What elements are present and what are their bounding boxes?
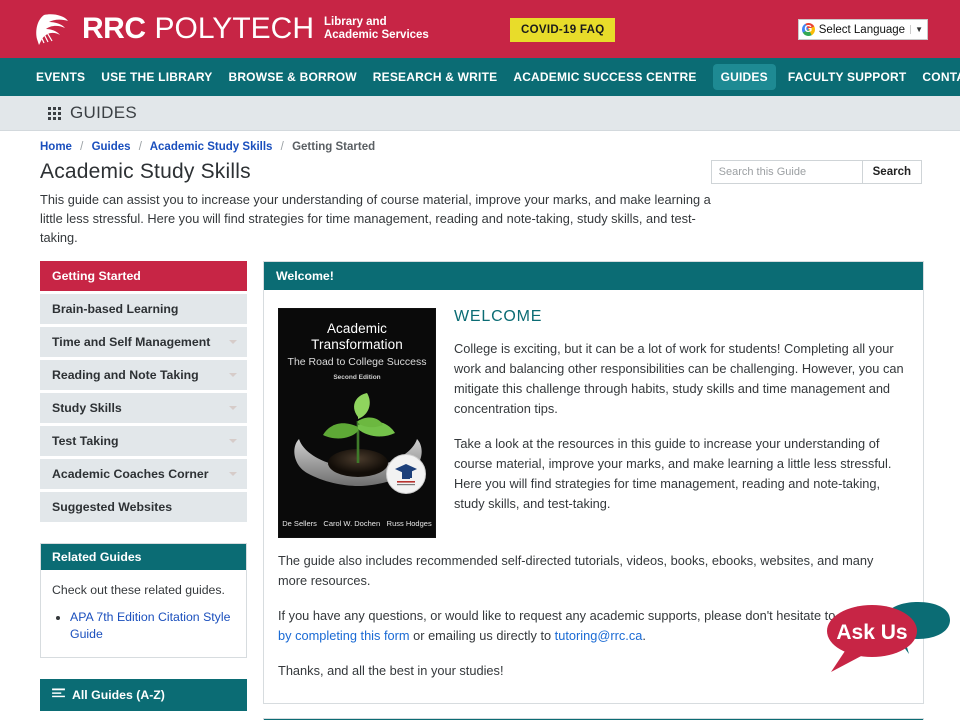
contact-text-before: If you have any questions, or would like… [278, 608, 839, 623]
all-guides-button[interactable]: All Guides (A-Z) [40, 679, 247, 711]
book-author: De Sellers [282, 519, 317, 528]
related-guides-body: Check out these related guides. APA 7th … [41, 570, 246, 657]
welcome-paragraph-1: College is exciting, but it can be a lot… [454, 341, 904, 416]
site-logo[interactable]: RRC POLYTECH Library and Academic Servic… [34, 12, 429, 46]
nav-item-research-write[interactable]: RESEARCH & WRITE [373, 70, 498, 84]
guides-section-bar: GUIDES [0, 96, 960, 131]
nav-item-guides[interactable]: GUIDES [712, 64, 776, 90]
welcome-heading: WELCOME [454, 308, 543, 325]
ask-us-label: Ask Us [836, 621, 907, 644]
chevron-down-icon [229, 373, 237, 377]
contact-text-middle: or emailing us directly to [409, 628, 555, 643]
sidebar-item-getting-started[interactable]: Getting Started [40, 261, 247, 291]
contact-paragraph: If you have any questions, or would like… [278, 606, 905, 646]
book-author: Russ Hodges [386, 519, 432, 528]
contact-text-after: . [642, 628, 646, 643]
ask-us-widget[interactable]: Ask Us [825, 602, 950, 680]
rrc-flame-logo-icon [36, 14, 68, 45]
sidebar-item-label: Suggested Websites [52, 500, 173, 514]
covid-faq-button[interactable]: COVID-19 FAQ [510, 18, 616, 42]
book-title: Academic Transformation [311, 321, 403, 352]
breadcrumb-current: Getting Started [292, 141, 376, 153]
logo-rrc-text: RRC [82, 12, 146, 45]
list-item: APA 7th Edition Citation Style Guide [70, 609, 235, 643]
guide-search: Search [710, 160, 922, 184]
nav-item-use-the-library[interactable]: USE THE LIBRARY [101, 70, 212, 84]
welcome-text-column: WELCOME College is exciting, but it can … [454, 308, 905, 538]
chevron-down-icon [229, 406, 237, 410]
sidebar-item-label: Reading and Note Taking [52, 368, 199, 382]
related-guides-intro: Check out these related guides. [52, 583, 225, 597]
ask-us-chat-bubbles-icon: Ask Us [827, 602, 950, 672]
guides-bar-title: GUIDES [70, 103, 137, 122]
sidebar-item-label: Test Taking [52, 434, 119, 448]
book-edition: Second Edition [333, 374, 381, 381]
breadcrumb-guide[interactable]: Academic Study Skills [150, 141, 273, 153]
sidebar-item-reading-and-note-taking[interactable]: Reading and Note Taking [40, 360, 247, 390]
sidebar: Getting Started Brain-based Learning Tim… [40, 261, 247, 720]
all-guides-button-label: All Guides (A-Z) [72, 688, 165, 702]
closing-paragraph: Thanks, and all the best in your studies… [278, 663, 504, 678]
welcome-paragraph-3: The guide also includes recommended self… [278, 553, 874, 588]
breadcrumb-guides[interactable]: Guides [92, 141, 131, 153]
nav-item-events[interactable]: EVENTS [36, 70, 85, 84]
related-guides-box: Related Guides Check out these related g… [40, 543, 247, 658]
breadcrumb-home[interactable]: Home [40, 141, 72, 153]
page-content: Getting Started Brain-based Learning Tim… [0, 247, 960, 720]
welcome-row: Academic Transformation The Road to Coll… [278, 308, 905, 538]
guide-page-nav: Getting Started Brain-based Learning Tim… [40, 261, 247, 522]
nav-item-faculty-support[interactable]: FACULTY SUPPORT [788, 70, 907, 84]
language-selector-label: Select Language [818, 23, 906, 36]
welcome-lower-text: The guide also includes recommended self… [278, 551, 905, 681]
sidebar-item-time-and-self-management[interactable]: Time and Self Management [40, 327, 247, 357]
chevron-down-icon [229, 472, 237, 476]
sidebar-item-label: Getting Started [52, 269, 141, 283]
logo-subtitle: Library and Academic Services [324, 16, 429, 42]
language-selector[interactable]: Select Language ▼ [797, 19, 928, 40]
breadcrumb-separator: / [80, 141, 84, 153]
logo-sub-line1: Library and [323, 16, 387, 28]
breadcrumb-separator: / [138, 141, 142, 153]
nav-item-academic-success-centre[interactable]: ACADEMIC SUCCESS CENTRE [513, 70, 696, 84]
book-author: Carol W. Dochen [323, 519, 381, 528]
book-subtitle: The Road to College Success [287, 356, 427, 368]
main-navigation: EVENTS USE THE LIBRARY BROWSE & BORROW R… [0, 58, 960, 96]
nav-item-contact[interactable]: CONTACT [922, 70, 960, 84]
sidebar-item-academic-coaches-corner[interactable]: Academic Coaches Corner [40, 459, 247, 489]
search-button[interactable]: Search [861, 161, 921, 183]
logo-polytech-text: POLYTECH [154, 12, 314, 45]
sidebar-item-study-skills[interactable]: Study Skills [40, 393, 247, 423]
sidebar-buttons: All Guides (A-Z) Guides by School/Progra… [40, 679, 247, 720]
chevron-down-icon [229, 340, 237, 344]
grid-icon [48, 106, 61, 120]
welcome-panel-header: Welcome! [264, 262, 923, 290]
award-seal-icon [386, 454, 426, 494]
breadcrumb: Home / Guides / Academic Study Skills / … [0, 131, 960, 156]
related-guide-link-apa[interactable]: APA 7th Edition Citation Style Guide [70, 610, 230, 641]
breadcrumb-separator: / [280, 141, 284, 153]
sidebar-item-label: Study Skills [52, 401, 122, 415]
sidebar-item-test-taking[interactable]: Test Taking [40, 426, 247, 456]
related-guides-list: APA 7th Edition Citation Style Guide [70, 609, 235, 643]
sidebar-item-brain-based-learning[interactable]: Brain-based Learning [40, 294, 247, 324]
chevron-down-icon: ▼ [910, 25, 923, 34]
chevron-down-icon [229, 439, 237, 443]
google-icon [801, 23, 815, 36]
logo-sub-line2: Academic Services [323, 29, 429, 41]
sidebar-item-label: Academic Coaches Corner [52, 467, 209, 481]
sidebar-item-suggested-websites[interactable]: Suggested Websites [40, 492, 247, 522]
brand-header: RRC POLYTECH Library and Academic Servic… [0, 0, 960, 58]
list-icon [52, 688, 65, 702]
related-guides-heading: Related Guides [41, 544, 246, 570]
sidebar-item-label: Brain-based Learning [52, 302, 179, 316]
sidebar-item-label: Time and Self Management [52, 335, 211, 349]
tutoring-email-link[interactable]: tutoring@rrc.ca [555, 628, 643, 643]
page-header: Academic Study Skills This guide can ass… [0, 156, 960, 247]
book-cover-image: Academic Transformation The Road to Coll… [278, 308, 436, 538]
page-description: This guide can assist you to increase yo… [40, 192, 711, 245]
welcome-paragraph-2: Take a look at the resources in this gui… [454, 436, 892, 511]
book-authors: De Sellers Carol W. Dochen Russ Hodges [279, 519, 435, 528]
search-input[interactable] [711, 161, 862, 183]
nav-item-browse-borrow[interactable]: BROWSE & BORROW [228, 70, 356, 84]
